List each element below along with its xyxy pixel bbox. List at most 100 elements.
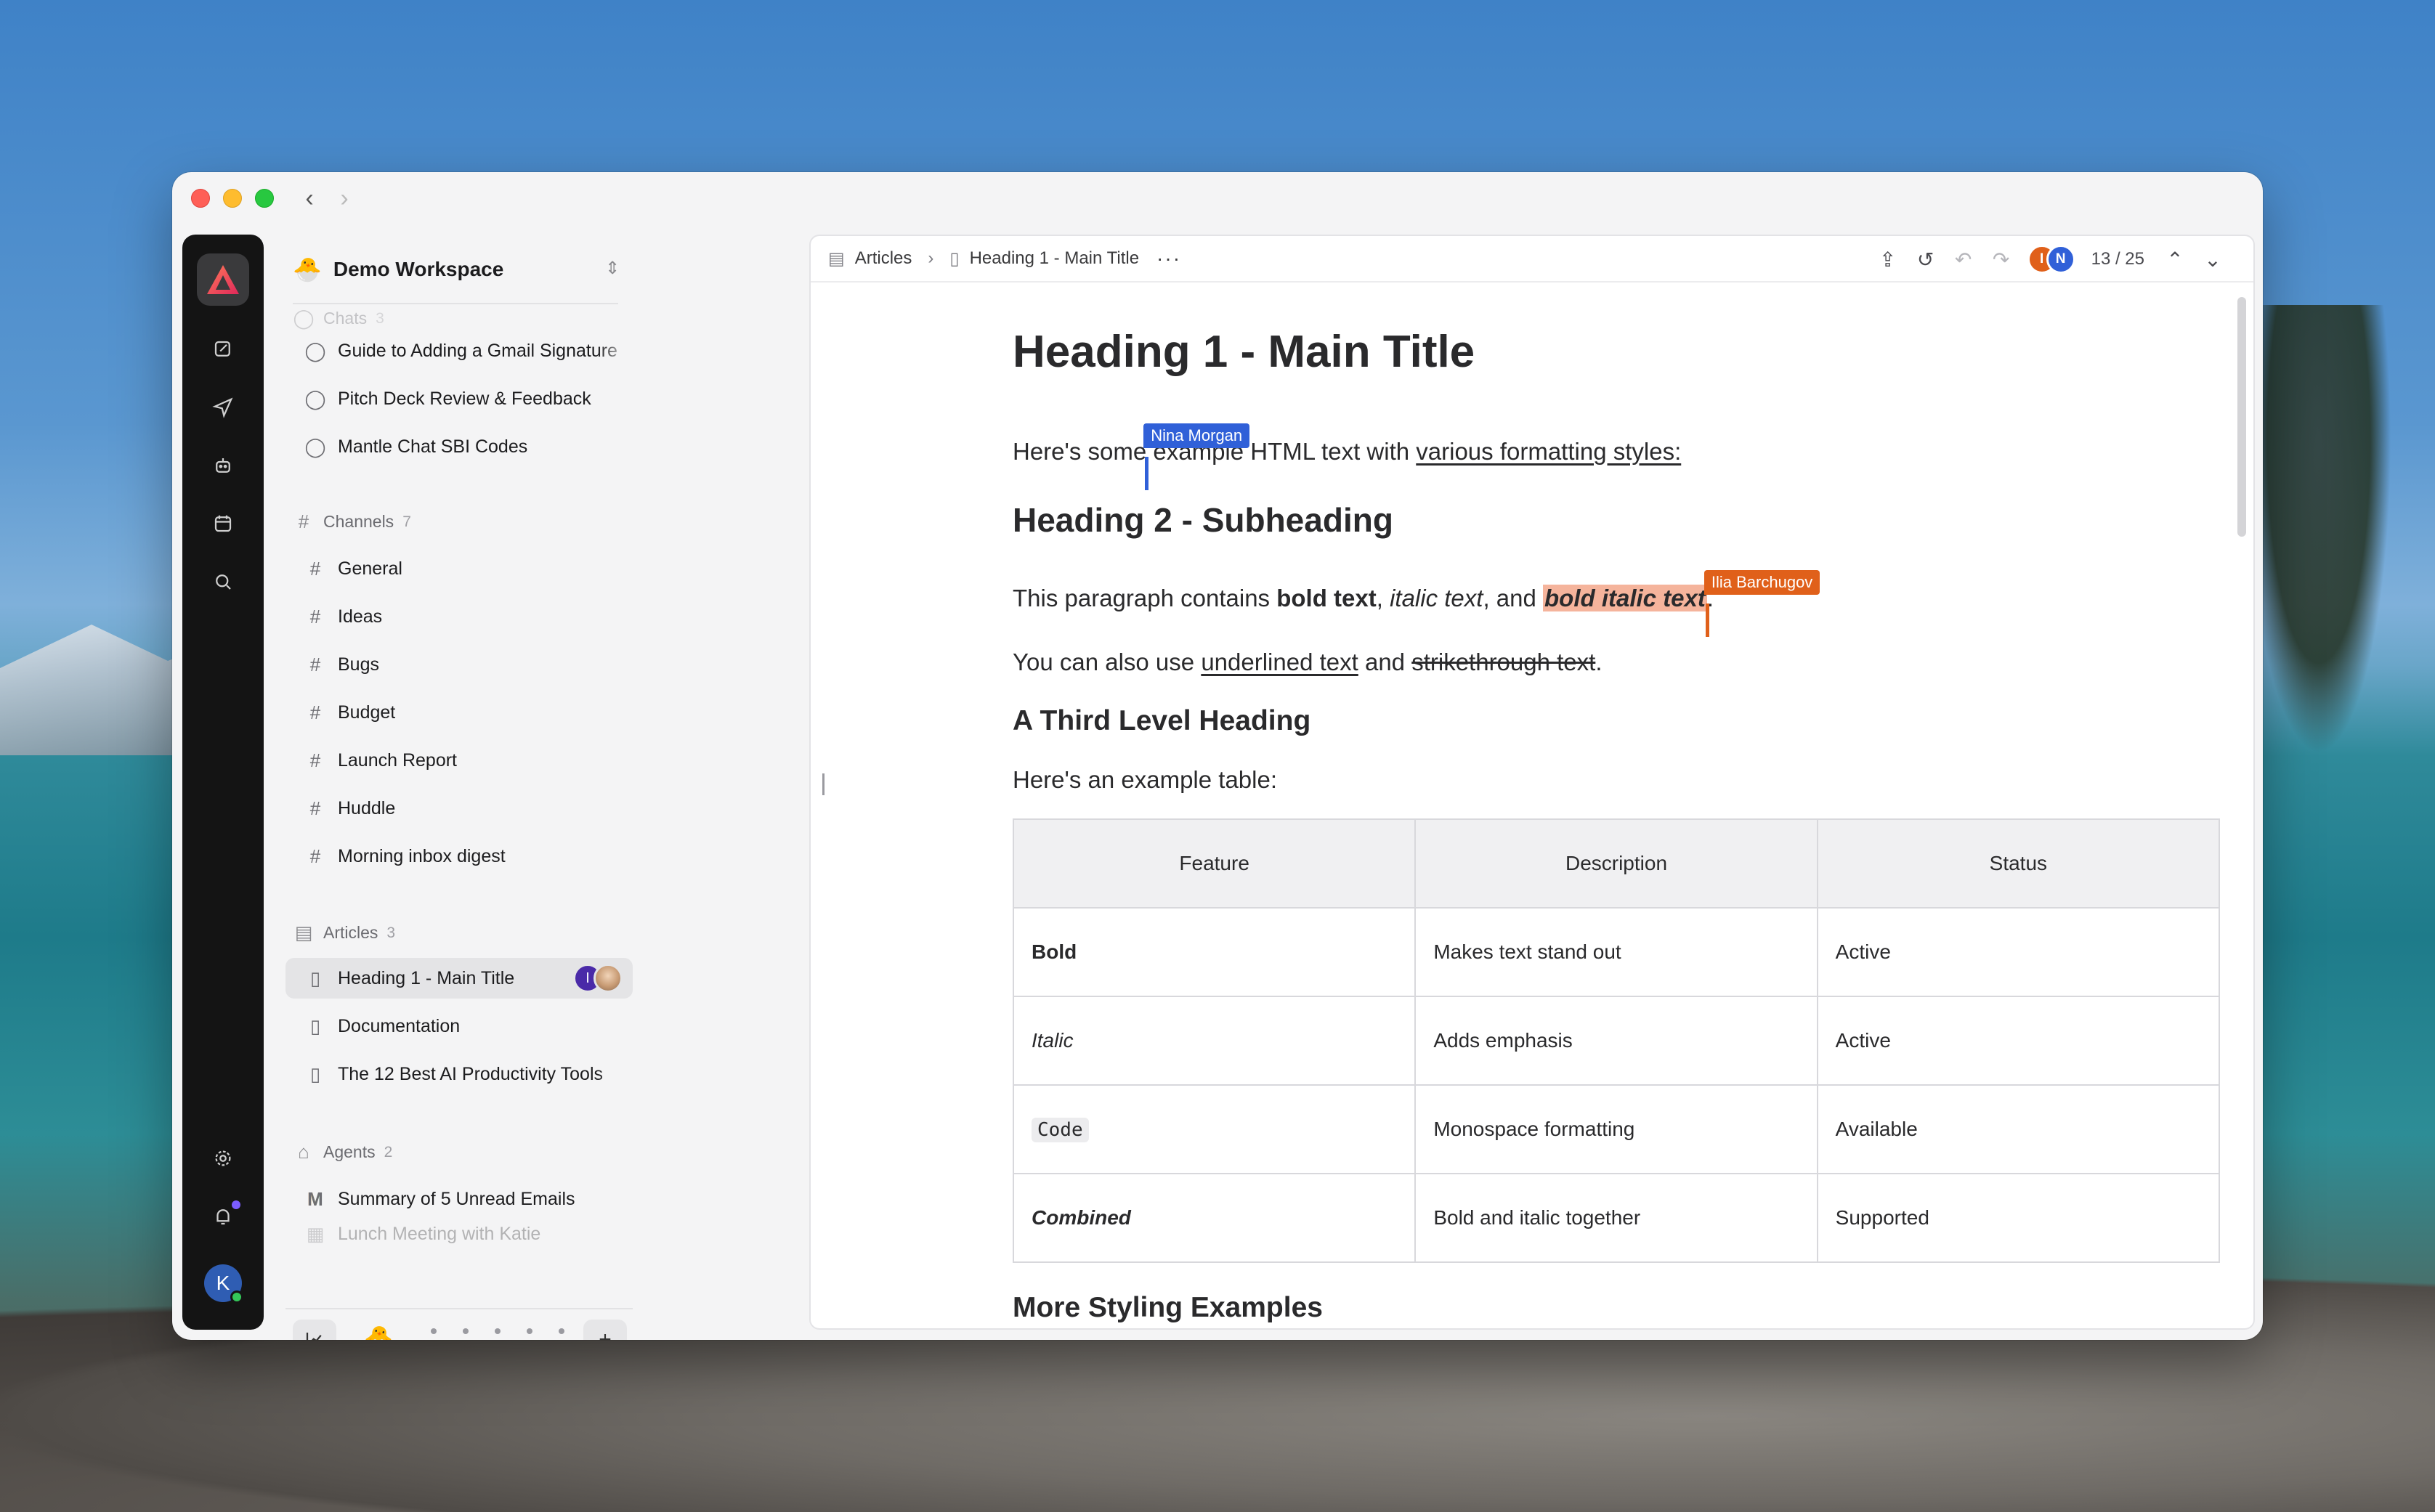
plus-icon[interactable]: + bbox=[583, 1320, 627, 1340]
agent-item[interactable]: ▦ Lunch Meeting with Katie bbox=[285, 1219, 633, 1248]
table-cell[interactable]: Active bbox=[1816, 907, 2221, 997]
more-options-icon[interactable]: ··· bbox=[1156, 247, 1181, 270]
section-articles[interactable]: ▤ Articles 3 bbox=[293, 922, 395, 944]
table-cell[interactable]: Supported bbox=[1816, 1173, 2221, 1263]
chat-item[interactable]: ◯ Guide to Adding a Gmail Signature bbox=[285, 330, 633, 371]
bot-icon[interactable] bbox=[208, 451, 238, 480]
channel-item[interactable]: # Morning inbox digest bbox=[285, 836, 633, 877]
table-cell[interactable]: Adds emphasis bbox=[1414, 996, 1818, 1086]
sidebar: 🐣 Demo Workspace ⇕ ◯ Chats 3 ◯ Guide to … bbox=[271, 235, 807, 1340]
agent-label: Summary of 5 Unread Emails bbox=[338, 1188, 575, 1209]
heading-3: A Third Level Heading bbox=[1013, 705, 1311, 736]
channel-item[interactable]: # General bbox=[285, 548, 633, 589]
table-header-row: Feature Description Status bbox=[1012, 818, 2221, 909]
chevron-up-down-icon[interactable]: ⇕ bbox=[605, 258, 620, 279]
scrollbar[interactable] bbox=[2237, 297, 2246, 537]
table-cell[interactable]: Makes text stand out bbox=[1414, 907, 1818, 997]
send-icon[interactable] bbox=[208, 393, 238, 422]
article-collaborators: I bbox=[573, 964, 623, 993]
chat-bubble-icon: ◯ bbox=[304, 387, 326, 410]
table-cell[interactable]: Italic bbox=[1012, 996, 1417, 1086]
table-cell[interactable]: Combined bbox=[1012, 1173, 1417, 1263]
agent-item[interactable]: M Summary of 5 Unread Emails bbox=[285, 1179, 633, 1219]
feature-table[interactable]: Feature Description Status Bold Makes te… bbox=[1012, 818, 2221, 1263]
table-row: Code Monospace formatting Available bbox=[1012, 1084, 2221, 1174]
section-chats[interactable]: ◯ Chats 3 bbox=[293, 307, 384, 330]
table-cell[interactable]: Code bbox=[1012, 1084, 1417, 1174]
channel-item[interactable]: # Budget bbox=[285, 692, 633, 733]
workspace-page-dots[interactable] bbox=[431, 1328, 564, 1334]
table-header[interactable]: Feature bbox=[1012, 818, 1417, 909]
section-count: 2 bbox=[384, 1143, 393, 1161]
article-label: Heading 1 - Main Title bbox=[338, 967, 515, 988]
channel-label: Huddle bbox=[338, 797, 396, 818]
history-icon[interactable]: ↺ bbox=[1907, 248, 1945, 272]
article-item-active[interactable]: ▯ Heading 1 - Main Title I bbox=[285, 958, 633, 999]
sidebar-footer: 🐣 + bbox=[285, 1308, 633, 1340]
breadcrumb-root[interactable]: Articles bbox=[855, 248, 912, 269]
heading-1: Heading 1 - Main Title bbox=[1013, 327, 1475, 377]
table-cell[interactable]: Monospace formatting bbox=[1414, 1084, 1818, 1174]
hash-icon: # bbox=[309, 701, 321, 723]
paragraph-4: Here's an example table: bbox=[1013, 766, 1277, 793]
bell-icon[interactable] bbox=[208, 1200, 240, 1231]
channel-label: General bbox=[338, 558, 402, 579]
table-cell[interactable]: Bold and italic together bbox=[1414, 1173, 1818, 1263]
section-label: Articles bbox=[323, 923, 378, 942]
calendar-icon[interactable] bbox=[208, 509, 238, 538]
table-cell[interactable]: Bold bbox=[1012, 907, 1417, 997]
app-logo[interactable] bbox=[197, 253, 249, 306]
section-count: 3 bbox=[386, 924, 396, 941]
channel-item[interactable]: # Launch Report bbox=[285, 740, 633, 781]
page-counter: 13 / 25 bbox=[2091, 249, 2144, 269]
presence-avatars[interactable]: I N bbox=[2027, 245, 2075, 274]
paragraph-3: You can also use underlined text and str… bbox=[1013, 649, 1603, 676]
table-cell[interactable]: Active bbox=[1816, 996, 2221, 1086]
workspace-switcher[interactable]: 🐣 Demo Workspace ⇕ bbox=[293, 251, 620, 288]
text: Here's some bbox=[1013, 438, 1147, 465]
workspace-emoji[interactable]: 🐣 bbox=[364, 1324, 393, 1340]
compose-icon[interactable] bbox=[208, 335, 238, 364]
channel-item[interactable]: # Bugs bbox=[285, 644, 633, 685]
close-window-button[interactable] bbox=[191, 189, 210, 208]
channel-item[interactable]: # Huddle bbox=[285, 788, 633, 829]
hash-icon: # bbox=[309, 845, 321, 867]
section-channels[interactable]: # Channels 7 bbox=[293, 511, 411, 533]
section-agents[interactable]: ⌂ Agents 2 bbox=[293, 1141, 392, 1163]
section-count: 3 bbox=[376, 309, 384, 327]
channel-item[interactable]: # Ideas bbox=[285, 596, 633, 637]
search-icon[interactable] bbox=[208, 567, 238, 596]
section-label: Chats bbox=[323, 309, 368, 328]
article-label: Documentation bbox=[338, 1015, 461, 1036]
breadcrumb-current[interactable]: Heading 1 - Main Title bbox=[970, 248, 1139, 269]
bot-icon: ⌂ bbox=[298, 1141, 309, 1163]
paragraph-2: This paragraph contains bold text, itali… bbox=[1013, 570, 1820, 637]
share-icon[interactable]: ⇪ bbox=[1869, 248, 1907, 272]
table-row: Bold Makes text stand out Active bbox=[1012, 907, 2221, 997]
undo-icon[interactable]: ↶ bbox=[1945, 248, 1982, 272]
chat-item[interactable]: ◯ Mantle Chat SBI Codes bbox=[285, 426, 633, 467]
gear-icon[interactable] bbox=[208, 1144, 238, 1173]
collaborator-avatar bbox=[593, 964, 623, 993]
zoom-window-button[interactable] bbox=[255, 189, 274, 208]
chevron-down-icon[interactable]: ⌄ bbox=[2194, 248, 2232, 272]
chevron-left-icon[interactable]: ‹ bbox=[297, 184, 322, 213]
minimize-window-button[interactable] bbox=[223, 189, 242, 208]
table-cell[interactable]: Available bbox=[1816, 1084, 2221, 1174]
chat-item[interactable]: ◯ Pitch Deck Review & Feedback bbox=[285, 378, 633, 419]
chevron-up-icon[interactable]: ⌃ bbox=[2156, 248, 2194, 272]
title-bar: ‹ › bbox=[172, 172, 2263, 224]
text: , bbox=[1376, 585, 1390, 611]
editor-tools: ⇪ ↺ ↶ ↷ I N 13 / 25 ⌃ ⌄ bbox=[1869, 236, 2232, 283]
table-header[interactable]: Description bbox=[1414, 818, 1818, 909]
text: , and bbox=[1483, 585, 1544, 611]
underlined-link[interactable]: various formatting styles: bbox=[1416, 438, 1681, 465]
user-avatar[interactable]: K bbox=[204, 1264, 243, 1304]
logo-icon bbox=[207, 265, 239, 294]
article-item[interactable]: ▯ Documentation bbox=[285, 1006, 633, 1046]
analytics-icon[interactable] bbox=[293, 1320, 336, 1340]
article-item[interactable]: ▯ The 12 Best AI Productivity Tools bbox=[285, 1054, 633, 1094]
redo-icon[interactable]: ↷ bbox=[1982, 248, 2020, 272]
chevron-right-icon[interactable]: › bbox=[332, 184, 357, 213]
table-header[interactable]: Status bbox=[1816, 818, 2221, 909]
